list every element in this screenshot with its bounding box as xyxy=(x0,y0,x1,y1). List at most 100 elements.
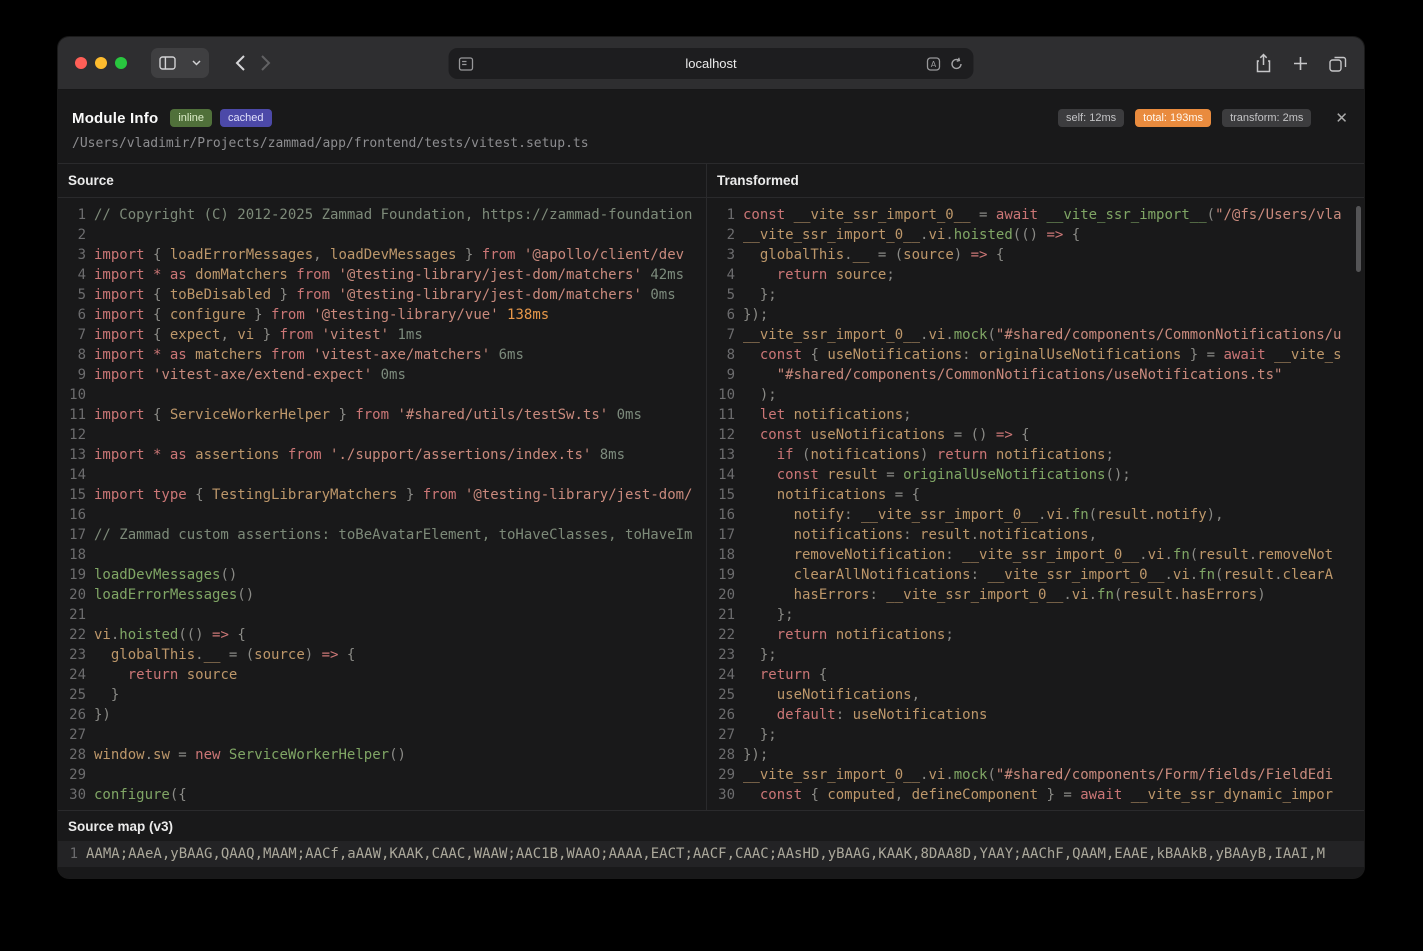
line-number: 25 xyxy=(58,685,86,705)
translate-icon[interactable]: A xyxy=(927,57,941,71)
module-file-path: /Users/vladimir/Projects/zammad/app/fron… xyxy=(72,136,1348,151)
line-content: vi.hoisted(() => { xyxy=(94,625,706,645)
line-number: 24 xyxy=(707,665,735,685)
code-line: 26 default: useNotifications xyxy=(707,705,1364,725)
line-number: 17 xyxy=(58,525,86,545)
line-number: 23 xyxy=(707,645,735,665)
source-panel-title: Source xyxy=(58,164,706,198)
code-line: 24 return source xyxy=(58,665,706,685)
line-number: 11 xyxy=(707,405,735,425)
code-line: 16 xyxy=(58,505,706,525)
line-content: return source; xyxy=(743,265,1364,285)
new-tab-icon[interactable] xyxy=(1293,56,1308,71)
line-number: 3 xyxy=(58,245,86,265)
line-content: loadDevMessages() xyxy=(94,565,706,585)
line-number: 18 xyxy=(58,545,86,565)
timing-badges: self: 12ms total: 193ms transform: 2ms xyxy=(1058,109,1311,127)
code-line: 4 return source; xyxy=(707,265,1364,285)
zoom-window-button[interactable] xyxy=(115,57,127,69)
line-number: 17 xyxy=(707,525,735,545)
line-content: }; xyxy=(743,725,1364,745)
code-line: 8import * as matchers from 'vitest-axe/m… xyxy=(58,345,706,365)
line-content: }; xyxy=(743,605,1364,625)
line-content: __vite_ssr_import_0__.vi.hoisted(() => { xyxy=(743,225,1364,245)
code-line: 14 const result = originalUseNotificatio… xyxy=(707,465,1364,485)
code-line: 19 clearAllNotifications: __vite_ssr_imp… xyxy=(707,565,1364,585)
minimize-window-button[interactable] xyxy=(95,57,107,69)
code-line: 11 let notifications; xyxy=(707,405,1364,425)
timing-total-badge: total: 193ms xyxy=(1135,109,1211,127)
line-content: loadErrorMessages() xyxy=(94,585,706,605)
code-line: 18 xyxy=(58,545,706,565)
line-number: 20 xyxy=(58,585,86,605)
line-number: 16 xyxy=(707,505,735,525)
code-line: 23 globalThis.__ = (source) => { xyxy=(58,645,706,665)
line-number: 10 xyxy=(707,385,735,405)
line-content: return { xyxy=(743,665,1364,685)
code-line: 16 notify: __vite_ssr_import_0__.vi.fn(r… xyxy=(707,505,1364,525)
module-info-header: Module Info inline cached self: 12ms tot… xyxy=(58,90,1364,163)
code-line: 11import { ServiceWorkerHelper } from '#… xyxy=(58,405,706,425)
timing-transform-badge: transform: 2ms xyxy=(1222,109,1311,127)
code-line: 22 return notifications; xyxy=(707,625,1364,645)
code-line: 23 }; xyxy=(707,645,1364,665)
line-content xyxy=(94,425,706,445)
close-panel-button[interactable]: ✕ xyxy=(1335,111,1348,126)
line-content: notifications: result.notifications, xyxy=(743,525,1364,545)
line-content: }) xyxy=(94,705,706,725)
code-line: 9import 'vitest-axe/extend-expect' 0ms xyxy=(58,365,706,385)
line-content: const { useNotifications: originalUseNot… xyxy=(743,345,1364,365)
code-line: 13 if (notifications) return notificatio… xyxy=(707,445,1364,465)
code-line: 21 }; xyxy=(707,605,1364,625)
source-code-view[interactable]: 1// Copyright (C) 2012-2025 Zammad Found… xyxy=(58,198,706,810)
sidebar-toggle-button[interactable] xyxy=(151,48,209,78)
close-window-button[interactable] xyxy=(75,57,87,69)
line-content: // Copyright (C) 2012-2025 Zammad Founda… xyxy=(94,205,706,225)
line-content: return source xyxy=(94,665,706,685)
line-number: 24 xyxy=(58,665,86,685)
line-content xyxy=(94,545,706,565)
code-line: 7import { expect, vi } from 'vitest' 1ms xyxy=(58,325,706,345)
svg-text:A: A xyxy=(931,60,937,69)
reload-icon[interactable] xyxy=(950,57,964,71)
line-number: 4 xyxy=(707,265,735,285)
line-number: 13 xyxy=(58,445,86,465)
url-text: localhost xyxy=(449,56,974,71)
share-icon[interactable] xyxy=(1255,53,1272,73)
line-number: 21 xyxy=(707,605,735,625)
line-number: 8 xyxy=(58,345,86,365)
line-content: import { toBeDisabled } from '@testing-l… xyxy=(94,285,706,305)
transformed-code-view[interactable]: 1const __vite_ssr_import_0__ = await __v… xyxy=(707,198,1364,810)
line-number: 12 xyxy=(58,425,86,445)
back-button[interactable] xyxy=(235,54,246,72)
line-content xyxy=(94,385,706,405)
browser-toolbar: localhost A xyxy=(58,37,1364,90)
code-line: 30 const { computed, defineComponent } =… xyxy=(707,785,1364,805)
address-bar[interactable]: localhost A xyxy=(449,48,974,79)
code-line: 19loadDevMessages() xyxy=(58,565,706,585)
line-content: const result = originalUseNotifications(… xyxy=(743,465,1364,485)
code-line: 27 }; xyxy=(707,725,1364,745)
code-line: 18 removeNotification: __vite_ssr_import… xyxy=(707,545,1364,565)
code-line: 3 globalThis.__ = (source) => { xyxy=(707,245,1364,265)
line-number: 27 xyxy=(58,725,86,745)
line-content: const useNotifications = () => { xyxy=(743,425,1364,445)
transformed-panel: Transformed 1const __vite_ssr_import_0__… xyxy=(707,164,1364,810)
line-content: import * as assertions from './support/a… xyxy=(94,445,706,465)
code-line: 24 return { xyxy=(707,665,1364,685)
line-content: globalThis.__ = (source) => { xyxy=(743,245,1364,265)
code-line: 6}); xyxy=(707,305,1364,325)
code-line: 20 loadErrorMessages() xyxy=(58,585,706,605)
vertical-scrollbar-thumb[interactable] xyxy=(1356,206,1361,272)
source-map-view[interactable]: 1AAMA;AAeA,yBAAG,QAAQ,MAAM;AACf,aAAW,KAA… xyxy=(58,841,1364,867)
line-number: 27 xyxy=(707,725,735,745)
line-content: hasErrors: __vite_ssr_import_0__.vi.fn(r… xyxy=(743,585,1364,605)
line-content: __vite_ssr_import_0__.vi.mock("#shared/c… xyxy=(743,325,1364,345)
code-line: 12 xyxy=(58,425,706,445)
code-line: 5 }; xyxy=(707,285,1364,305)
forward-button[interactable] xyxy=(260,54,271,72)
module-badges: inline cached xyxy=(170,109,271,127)
tabs-overview-icon[interactable] xyxy=(1329,55,1347,72)
line-number: 6 xyxy=(58,305,86,325)
code-line: 14 xyxy=(58,465,706,485)
